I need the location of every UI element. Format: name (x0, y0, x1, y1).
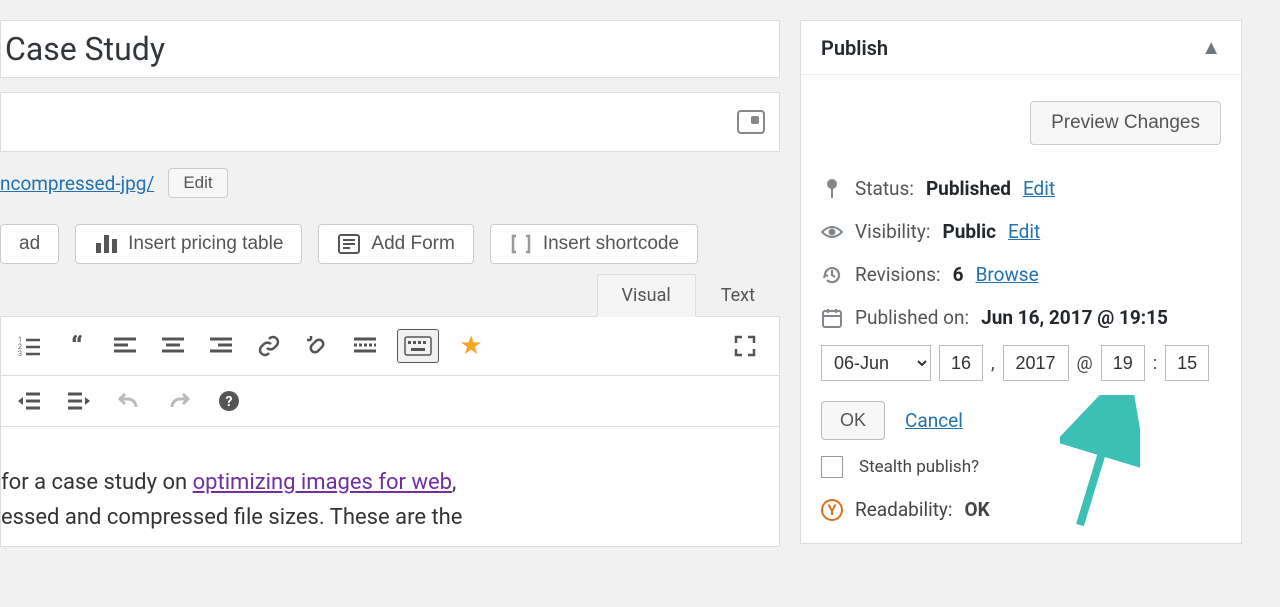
post-title-text: Case Study (1, 30, 165, 68)
pin-icon (821, 178, 843, 200)
browse-revisions-link[interactable]: Browse (976, 263, 1039, 286)
ad-button[interactable]: ad (0, 224, 59, 264)
permalink-row: ncompressed-jpg/ Edit (0, 168, 780, 198)
ok-button[interactable]: OK (821, 401, 885, 440)
stealth-label: Stealth publish? (859, 457, 979, 477)
blockquote-icon[interactable]: “ (61, 331, 93, 361)
collapse-icon: ▲ (1201, 35, 1221, 60)
permalink-link[interactable]: ncompressed-jpg/ (0, 172, 154, 195)
stealth-checkbox[interactable] (821, 456, 843, 478)
toolbar-row-1: 123 “ ★ (0, 317, 780, 376)
unlink-icon[interactable] (301, 331, 333, 361)
fullscreen-icon[interactable] (729, 331, 761, 361)
redo-icon[interactable] (163, 386, 195, 416)
form-icon (337, 233, 361, 255)
month-select[interactable]: 06-Jun (821, 345, 931, 381)
star-icon[interactable]: ★ (455, 331, 487, 361)
id-card-icon (737, 110, 765, 134)
toolbar-row-2: ? (0, 376, 780, 427)
content-text-2: essed and compressed file sizes. These a… (1, 500, 779, 535)
date-edit-row: 06-Jun , @ : (821, 339, 1221, 393)
stealth-row: Stealth publish? (821, 440, 1221, 484)
shortcode-icon (509, 233, 533, 255)
status-value: Published (926, 177, 1011, 200)
published-on-line: Published on: Jun 16, 2017 @ 19:15 (821, 296, 1221, 339)
outdent-icon[interactable] (13, 386, 45, 416)
readability-value: OK (965, 498, 990, 521)
year-input[interactable] (1003, 345, 1069, 381)
align-right-icon[interactable] (205, 331, 237, 361)
yoast-icon: Y (821, 499, 843, 521)
keyboard-icon[interactable] (397, 329, 439, 363)
status-line: Status: Published Edit (821, 167, 1221, 210)
svg-text:?: ? (226, 394, 233, 410)
help-icon[interactable]: ? (213, 386, 245, 416)
svg-text:3: 3 (18, 350, 22, 357)
permalink-box (0, 92, 780, 152)
edit-visibility-link[interactable]: Edit (1008, 220, 1040, 243)
numbered-list-icon[interactable]: 123 (13, 331, 45, 361)
editor-column: Case Study ncompressed-jpg/ Edit ad Inse… (0, 0, 800, 607)
readability-row: Y Readability: OK (821, 484, 1221, 521)
link-icon[interactable] (253, 331, 285, 361)
edit-status-link[interactable]: Edit (1023, 177, 1055, 200)
tab-visual[interactable]: Visual (597, 274, 696, 317)
calendar-icon (821, 308, 843, 328)
visibility-line: Visibility: Public Edit (821, 210, 1221, 253)
publish-metabox: Publish ▲ Preview Changes Status: Publis… (800, 20, 1242, 544)
content-area[interactable]: for a case study on optimizing images fo… (0, 427, 780, 547)
add-form-button[interactable]: Add Form (318, 224, 473, 264)
publish-panel-title: Publish (821, 36, 888, 60)
content-link[interactable]: optimizing images for web (193, 470, 452, 495)
preview-changes-button[interactable]: Preview Changes (1030, 101, 1221, 145)
day-input[interactable] (939, 345, 983, 381)
editor-tabs: Visual Text (0, 274, 780, 317)
revisions-icon (821, 264, 843, 286)
align-left-icon[interactable] (109, 331, 141, 361)
content-text: for a case study on (1, 470, 193, 495)
indent-icon[interactable] (63, 386, 95, 416)
insert-pricing-table-button[interactable]: Insert pricing table (75, 224, 302, 264)
tab-text[interactable]: Text (696, 274, 780, 316)
align-center-icon[interactable] (157, 331, 189, 361)
minute-input[interactable] (1165, 345, 1209, 381)
insert-shortcode-button[interactable]: Insert shortcode (490, 224, 698, 264)
revisions-line: Revisions: 6 Browse (821, 253, 1221, 296)
hour-input[interactable] (1101, 345, 1145, 381)
sidebar-column: Publish ▲ Preview Changes Status: Publis… (800, 0, 1280, 607)
post-title-input[interactable]: Case Study (0, 20, 780, 78)
edit-permalink-button[interactable]: Edit (168, 168, 227, 198)
bars-icon (94, 233, 118, 255)
cancel-link[interactable]: Cancel (905, 409, 963, 432)
visibility-value: Public (942, 220, 996, 243)
eye-icon (821, 224, 843, 240)
readmore-icon[interactable] (349, 331, 381, 361)
media-buttons-row: ad Insert pricing table Add Form Insert … (0, 224, 780, 264)
publish-panel-header[interactable]: Publish ▲ (801, 21, 1241, 75)
published-on-value: Jun 16, 2017 @ 19:15 (981, 306, 1168, 329)
revisions-count: 6 (953, 263, 964, 286)
undo-icon[interactable] (113, 386, 145, 416)
